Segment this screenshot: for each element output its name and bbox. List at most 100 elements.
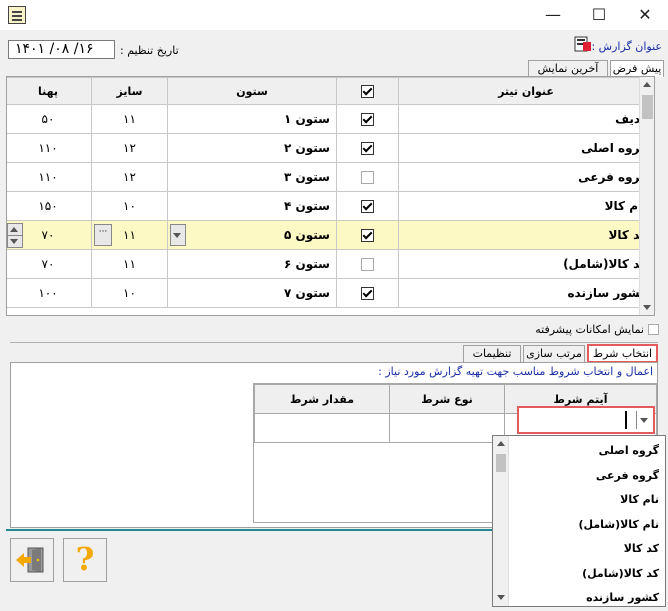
row-visible-cell[interactable] [336,220,399,250]
row-title[interactable]: نام کالا [398,191,654,221]
tab-settings[interactable]: تنظیمات [463,345,521,362]
header-check[interactable] [336,77,399,105]
grid-scrollbar[interactable] [639,77,654,315]
dropdown-scrollbar[interactable] [493,436,509,606]
dropdown-item[interactable]: کشور سازنده [509,591,659,604]
row-title[interactable]: گروه اصلی [398,133,654,163]
condition-item-combo[interactable] [517,406,655,434]
row-column[interactable]: ستون ۵ [167,220,337,250]
dropdown-item[interactable]: نام کالا [509,493,659,506]
row-width[interactable]: ۱۱۰ [7,133,92,163]
row-column-text: ستون ۲ [284,141,330,155]
table-row[interactable]: نام کالا ستون ۴ ۱۰ ۱۵۰ [7,191,654,221]
table-row[interactable]: کد کالا ستون ۵ ۱۱ ··· ۷۰ [7,220,654,250]
row-title[interactable]: کد کالا(شامل) [398,249,654,279]
header-size[interactable]: سایز [91,77,168,105]
grid-header-row: عنوان تیتر ستون سایز پهنا [7,77,654,105]
exit-button[interactable] [10,538,54,582]
row-column[interactable]: ستون ۶ [167,249,337,279]
width-spin-down[interactable] [7,235,23,248]
row-column[interactable]: ستون ۳ [167,162,337,192]
row-width[interactable]: ۱۱۰ [7,162,92,192]
condition-value-cell[interactable] [254,413,390,443]
row-width[interactable]: ۷۰ [7,220,92,250]
table-row[interactable]: گروه اصلی ستون ۲ ۱۲ ۱۱۰ [7,133,654,163]
row-title[interactable]: کد کالا [398,220,654,250]
exit-icon [16,547,44,573]
row-title[interactable]: کشور سازنده [398,278,654,308]
row-size[interactable]: ۱۲ [91,162,168,192]
row-width[interactable]: ۱۰۰ [7,278,92,308]
dropdown-scroll-thumb[interactable] [496,454,506,472]
help-icon: ? [75,540,95,578]
row-visible-checkbox[interactable] [361,113,374,126]
table-row[interactable]: کد کالا(شامل) ستون ۶ ۱۱ ۷۰ [7,249,654,279]
combo-dropdown-button[interactable] [636,411,651,429]
condition-type-cell[interactable] [389,413,505,443]
row-visible-checkbox[interactable] [361,258,374,271]
row-column[interactable]: ستون ۲ [167,133,337,163]
row-visible-cell[interactable] [336,104,399,134]
row-column[interactable]: ستون ۴ [167,191,337,221]
row-width[interactable]: ۵۰ [7,104,92,134]
row-column-text: ستون ۵ [284,228,330,242]
dropdown-scroll-up[interactable] [493,436,509,452]
table-row[interactable]: ردیف ستون ۱ ۱۱ ۵۰ [7,104,654,134]
maximize-button[interactable]: ☐ [576,0,622,30]
row-column[interactable]: ستون ۷ [167,278,337,308]
dropdown-item[interactable]: نام کالا(شامل) [509,518,659,531]
table-row[interactable]: گروه فرعی ستون ۳ ۱۲ ۱۱۰ [7,162,654,192]
advanced-options-checkbox[interactable] [648,324,659,335]
select-all-checkbox[interactable] [361,84,374,98]
row-visible-checkbox[interactable] [361,287,374,300]
row-size[interactable]: ۱۱ ··· [91,220,168,250]
dropdown-item[interactable]: گروه فرعی [509,469,659,482]
report-icon [574,36,591,52]
tab-default[interactable]: پیش فرض [610,60,664,77]
table-row[interactable]: کشور سازنده ستون ۷ ۱۰ ۱۰۰ [7,278,654,308]
row-title[interactable]: گروه فرعی [398,162,654,192]
row-size-text: ۱۱ [123,112,136,126]
scroll-up-button[interactable] [640,77,654,93]
row-size[interactable]: ۱۰ [91,191,168,221]
row-size[interactable]: ۱۱ [91,104,168,134]
row-visible-checkbox[interactable] [361,142,374,155]
tab-sorting[interactable]: مرتب سازی [523,345,585,362]
row-size[interactable]: ۱۰ [91,278,168,308]
row-width[interactable]: ۱۵۰ [7,191,92,221]
dropdown-item[interactable]: گروه اصلی [509,444,659,457]
row-title[interactable]: ردیف [398,104,654,134]
columns-grid[interactable]: عنوان تیتر ستون سایز پهنا ردیف ستون ۱ ۱۱ ۵۰… [6,76,655,316]
dropdown-scroll-down[interactable] [493,590,509,606]
row-visible-cell[interactable] [336,191,399,221]
row-width[interactable]: ۷۰ [7,249,92,279]
row-visible-cell[interactable] [336,278,399,308]
row-visible-cell[interactable] [336,133,399,163]
row-visible-checkbox[interactable] [361,200,374,213]
header-title[interactable]: عنوان تیتر [398,77,654,105]
condition-item-dropdown[interactable]: گروه اصلی گروه فرعی نام کالا نام کالا(شامل)… [492,435,666,607]
row-size[interactable]: ۱۱ [91,249,168,279]
minimize-button[interactable]: — [530,0,576,30]
help-button[interactable]: ? [63,538,107,582]
row-column[interactable]: ستون ۱ [167,104,337,134]
date-input[interactable]: ۱۴۰۱ /۰۸ /۱۶ [8,40,115,59]
row-column-text: ستون ۴ [284,199,330,213]
tab-select-condition[interactable]: انتخاب شرط [587,344,658,363]
header-width[interactable]: پهنا [7,77,92,105]
row-visible-cell[interactable] [336,162,399,192]
row-visible-checkbox[interactable] [361,171,374,184]
scroll-thumb[interactable] [642,95,653,119]
column-dropdown-button[interactable] [170,224,186,246]
header-column[interactable]: ستون [167,77,337,105]
row-size[interactable]: ۱۲ [91,133,168,163]
row-visible-checkbox[interactable] [361,229,374,242]
tab-last-view[interactable]: آخرین نمایش [528,60,608,76]
row-width-text: ۱۱۰ [38,170,58,184]
scroll-down-button[interactable] [640,299,654,315]
close-button[interactable]: ✕ [622,0,668,30]
dropdown-item[interactable]: کد کالا [509,542,659,555]
row-visible-cell[interactable] [336,249,399,279]
size-ellipsis-button[interactable]: ··· [94,224,112,246]
dropdown-item[interactable]: کد کالا(شامل) [509,567,659,580]
